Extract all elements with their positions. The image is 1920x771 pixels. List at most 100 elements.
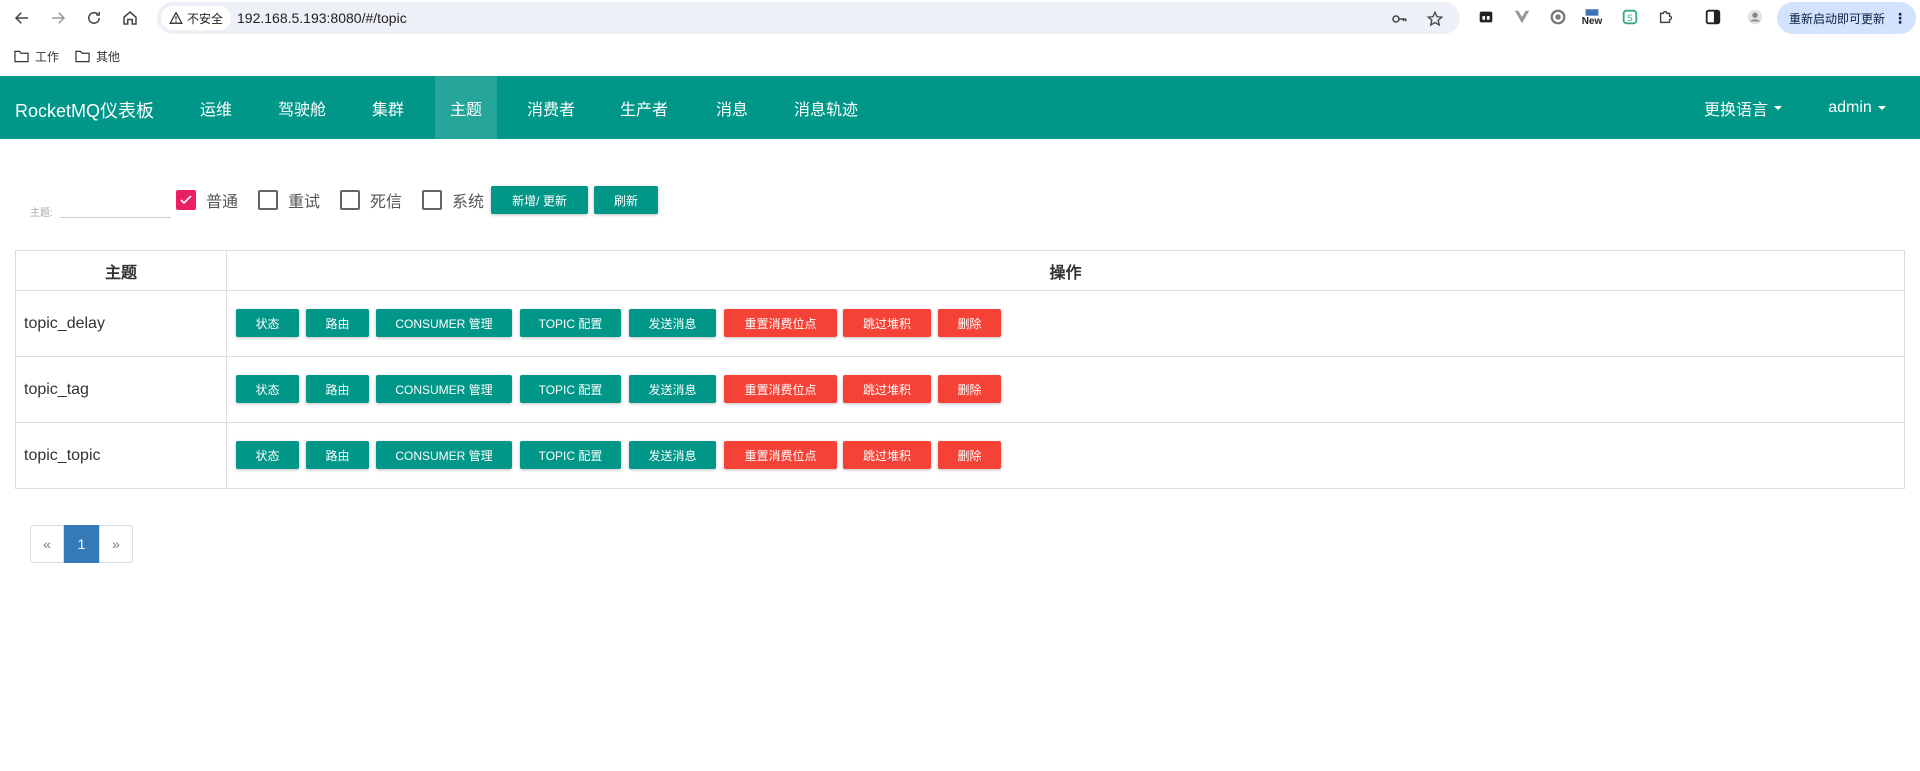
table-row: topic_topic 状态 路由 CONSUMER 管理 TOPIC 配置 发送消息 重置… [15,422,1905,489]
address-bar[interactable]: 不安全 192.168.5.193:8080/#/topic [157,2,1460,34]
consumer-manage-button[interactable]: CONSUMER 管理 [376,375,512,403]
security-label: 不安全 [187,11,224,26]
bookmark-label: 其他 [96,49,121,64]
status-button[interactable]: 状态 [236,309,299,337]
send-message-button[interactable]: 发送消息 [629,375,716,403]
new-extension-icon[interactable]: New [1582,7,1602,27]
topic-filter-input[interactable] [60,194,171,218]
operations-cell: 状态 路由 CONSUMER 管理 TOPIC 配置 发送消息 重置消费位点 跳过堆积 删除 [226,290,1905,357]
vue-devtools-icon[interactable] [1512,7,1532,27]
svg-text:S: S [1627,14,1633,24]
reset-offset-button[interactable]: 重置消费位点 [724,309,837,337]
topic-filter-label: 主题: [30,208,53,219]
extension-icon[interactable] [1476,7,1496,27]
browser-toolbar: 不安全 192.168.5.193:8080/#/topic New S 重新启… [0,0,1920,36]
back-icon[interactable] [10,6,34,30]
topic-name-cell: topic_tag [15,356,227,423]
table-header-row: 主题 操作 [15,250,1905,291]
route-button[interactable]: 路由 [306,309,369,337]
topic-config-button[interactable]: TOPIC 配置 [520,309,621,337]
record-icon[interactable] [1548,7,1568,27]
topic-name-cell: topic_delay [15,290,227,357]
checkbox-dlq[interactable]: 死信 [340,188,402,212]
pagination-page-1[interactable]: 1 [64,525,99,563]
send-message-button[interactable]: 发送消息 [629,441,716,469]
skip-accumulate-button[interactable]: 跳过堆积 [843,309,931,337]
brand-title[interactable]: RocketMQ仪表板 [15,97,154,123]
column-header-operations: 操作 [226,250,1905,291]
consumer-manage-button[interactable]: CONSUMER 管理 [376,309,512,337]
checkbox-retry[interactable]: 重试 [258,188,320,212]
checkbox-system[interactable]: 系统 [422,188,484,212]
route-button[interactable]: 路由 [306,441,369,469]
checkbox-normal[interactable]: 普通 [176,188,238,212]
pagination: « 1 » [30,525,133,563]
table-row: topic_delay 状态 路由 CONSUMER 管理 TOPIC 配置 发送消息 重置… [15,290,1905,357]
reload-icon[interactable] [82,6,106,30]
bookmark-label: 工作 [35,49,60,64]
user-dropdown[interactable]: admin [1822,76,1892,139]
security-chip[interactable]: 不安全 [161,6,232,30]
status-button[interactable]: 状态 [236,375,299,403]
consumer-manage-button[interactable]: CONSUMER 管理 [376,441,512,469]
send-message-button[interactable]: 发送消息 [629,309,716,337]
bookmark-work[interactable]: 工作 [14,48,59,65]
delete-button[interactable]: 删除 [938,441,1001,469]
home-icon[interactable] [118,6,142,30]
nav-item-message-trace[interactable]: 消息轨迹 [782,76,870,139]
delete-button[interactable]: 删除 [938,309,1001,337]
forward-icon[interactable] [46,6,70,30]
nav-item-cluster[interactable]: 集群 [357,76,419,139]
delete-button[interactable]: 删除 [938,375,1001,403]
topic-config-button[interactable]: TOPIC 配置 [520,375,621,403]
folder-icon [75,50,90,62]
checkbox-label: 死信 [370,194,403,211]
key-icon[interactable] [1390,10,1408,28]
checkbox-checked-icon [176,190,196,210]
checkbox-label: 系统 [452,194,485,211]
bookmark-other[interactable]: 其他 [75,48,120,65]
side-panel-icon[interactable] [1703,7,1723,27]
app-navbar: RocketMQ仪表板 运维 驾驶舱 集群 主题 消费者 生产者 消息 消息轨迹… [0,76,1920,139]
warning-icon [169,11,183,24]
skip-accumulate-button[interactable]: 跳过堆积 [843,441,931,469]
topic-table: 主题 操作 topic_delay 状态 路由 CONSUMER 管理 TOPIC 配置… [15,250,1905,489]
update-label: 重新启动即可更新 [1789,11,1886,26]
more-vert-icon: ⋮ [1893,9,1907,26]
reset-offset-button[interactable]: 重置消费位点 [724,441,837,469]
caret-down-icon [1877,105,1886,110]
profile-avatar-icon[interactable] [1745,7,1765,27]
operations-cell: 状态 路由 CONSUMER 管理 TOPIC 配置 发送消息 重置消费位点 跳过堆积 删除 [226,422,1905,489]
star-icon[interactable] [1426,10,1444,28]
caret-down-icon [1774,105,1782,110]
checkbox-label: 重试 [288,194,321,211]
refresh-button[interactable]: 刷新 [594,186,658,214]
add-update-button[interactable]: 新增/ 更新 [491,186,588,214]
pagination-prev[interactable]: « [30,525,64,563]
update-button[interactable]: 重新启动即可更新 ⋮ [1777,2,1917,34]
puzzle-icon[interactable] [1656,7,1676,27]
nav-item-consumer[interactable]: 消费者 [513,76,589,139]
checkbox-unchecked-icon [258,190,278,210]
nav-item-producer[interactable]: 生产者 [606,76,682,139]
table-row: topic_tag 状态 路由 CONSUMER 管理 TOPIC 配置 发送消息 重置消费… [15,356,1905,423]
pagination-next[interactable]: » [99,525,133,563]
topic-config-button[interactable]: TOPIC 配置 [520,441,621,469]
nav-item-dashboard[interactable]: 驾驶舱 [264,76,340,139]
topic-name-cell: topic_topic [15,422,227,489]
nav-item-ops[interactable]: 运维 [185,76,247,139]
nav-item-message[interactable]: 消息 [700,76,764,139]
bookmarks-bar: 工作 其他 [0,36,1920,76]
s-extension-icon[interactable]: S [1620,7,1640,27]
user-label: admin [1828,98,1872,116]
skip-accumulate-button[interactable]: 跳过堆积 [843,375,931,403]
nav-item-topic[interactable]: 主题 [435,76,497,139]
language-dropdown[interactable]: 更换语言 [1698,76,1788,139]
route-button[interactable]: 路由 [306,375,369,403]
url-text[interactable]: 192.168.5.193:8080/#/topic [237,10,407,26]
language-label: 更换语言 [1703,101,1768,119]
operations-cell: 状态 路由 CONSUMER 管理 TOPIC 配置 发送消息 重置消费位点 跳过堆积 删除 [226,356,1905,423]
status-button[interactable]: 状态 [236,441,299,469]
checkbox-unchecked-icon [340,190,360,210]
reset-offset-button[interactable]: 重置消费位点 [724,375,837,403]
